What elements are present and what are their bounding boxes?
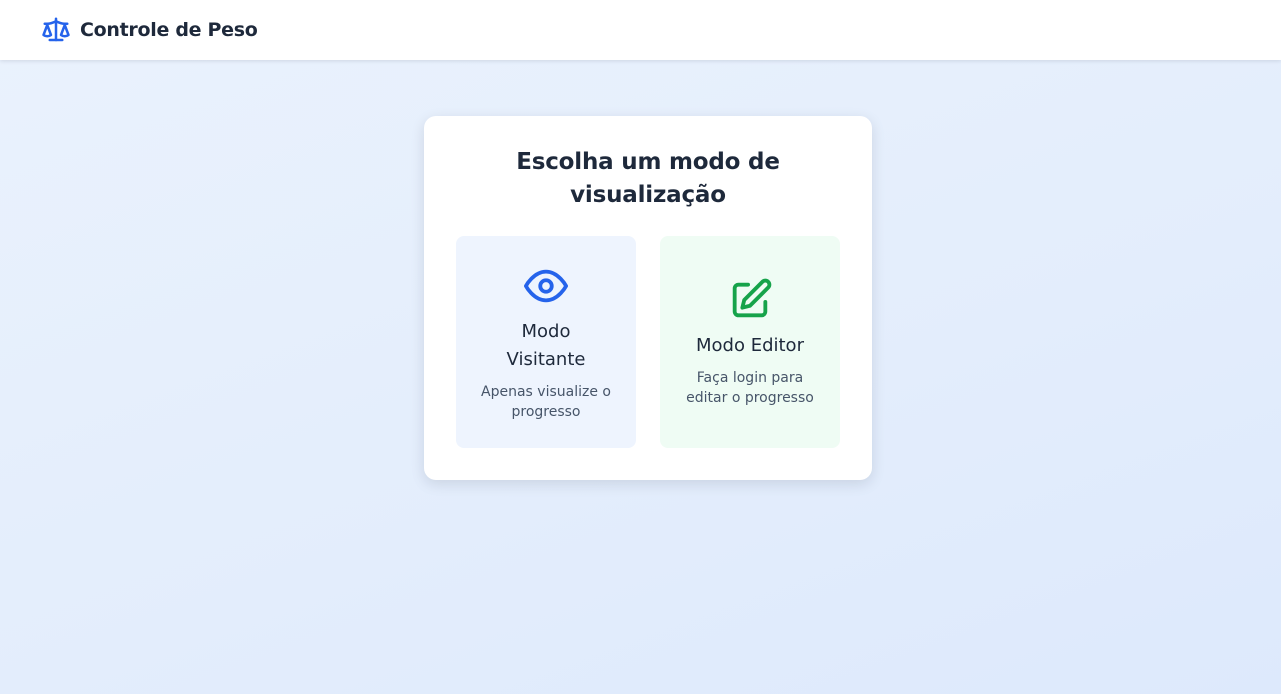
- visitor-mode-title: Modo Visitante: [506, 321, 586, 370]
- scale-icon: [40, 14, 72, 46]
- edit-icon: [726, 276, 774, 324]
- app-title: Controle de Peso: [80, 19, 258, 41]
- mode-selection-card: Escolha um modo de visualização Modo Vis…: [424, 116, 872, 480]
- eye-icon: [522, 262, 570, 310]
- editor-mode-button[interactable]: Modo Editor Faça login para editar o pro…: [660, 236, 840, 448]
- visitor-mode-button[interactable]: Modo Visitante Apenas visualize o progre…: [456, 236, 636, 448]
- top-navbar: Controle de Peso: [0, 0, 1281, 60]
- visitor-mode-description: Apenas visualize o progresso: [481, 384, 611, 420]
- editor-mode-description: Faça login para editar o progresso: [686, 370, 814, 406]
- editor-mode-title: Modo Editor: [696, 335, 804, 356]
- card-title: Escolha um modo de visualização: [516, 149, 780, 208]
